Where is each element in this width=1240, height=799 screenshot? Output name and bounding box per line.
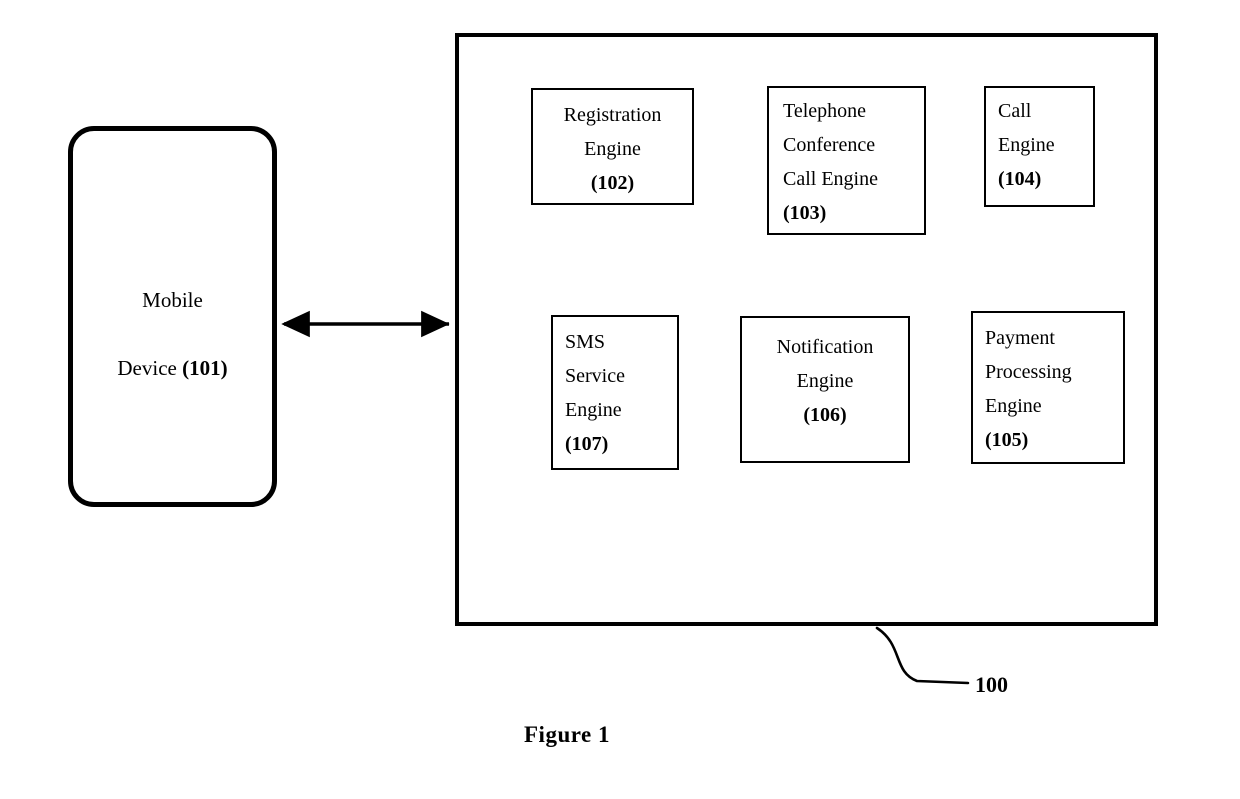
figure-caption-text: Figure 1 [524,722,610,747]
telephone-conference-call-engine-box[interactable]: Telephone Conference Call Engine (103) [767,86,926,235]
call-engine-box[interactable]: Call Engine (104) [984,86,1095,207]
mobile-device-box[interactable]: Mobile Device (101) [68,126,277,507]
registration-engine-box[interactable]: Registration Engine (102) [531,88,694,205]
notification-engine-box[interactable]: Notification Engine (106) [740,316,910,463]
leader-line-100 [875,626,970,685]
mobile-device-line2: Device [117,355,183,380]
figure-caption: Figure 1 [0,722,1240,748]
mobile-device-label: Mobile Device (101) [117,249,227,385]
mobile-device-ref: (101) [182,355,228,380]
call-engine-label: Call Engine (104) [998,100,1055,190]
notification-engine-label: Notification Engine (106) [776,336,874,426]
payment-processing-engine-label: Payment Processing Engine (105) [985,327,1072,451]
telephone-conference-call-engine-label: Telephone Conference Call Engine (103) [783,100,878,224]
sms-service-engine-label: SMS Service Engine (107) [565,331,625,455]
system-reference-numeral-100: 100 [975,672,1008,697]
sms-service-engine-box[interactable]: SMS Service Engine (107) [551,315,679,470]
payment-processing-engine-box[interactable]: Payment Processing Engine (105) [971,311,1125,464]
registration-engine-label: Registration Engine (102) [563,104,662,194]
mobile-device-line1: Mobile [142,287,203,312]
